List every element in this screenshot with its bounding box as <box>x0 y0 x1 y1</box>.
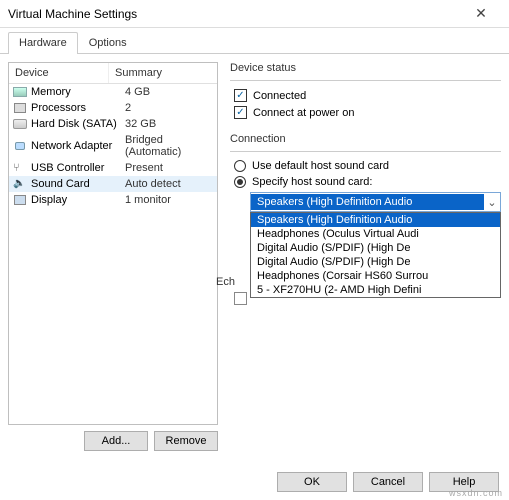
table-row[interactable]: USB ControllerPresent <box>9 160 217 176</box>
table-row[interactable]: Memory4 GB <box>9 84 217 100</box>
device-status-title: Device status <box>230 62 501 74</box>
cancel-button[interactable]: Cancel <box>353 472 423 492</box>
connection-title: Connection <box>230 133 501 145</box>
dropdown-option[interactable]: Digital Audio (S/PDIF) (High De <box>251 255 500 269</box>
specify-radio[interactable] <box>234 176 246 188</box>
specify-label: Specify host sound card: <box>252 176 372 188</box>
combo-selected: Speakers (High Definition Audio <box>251 194 484 210</box>
dropdown-option[interactable]: Headphones (Oculus Virtual Audi <box>251 227 500 241</box>
usb-icon <box>13 162 27 174</box>
echo-label-partial: Ech <box>216 276 235 288</box>
dropdown-option[interactable]: 5 - XF270HU (2- AMD High Defini <box>251 283 500 297</box>
sound-card-dropdown: Speakers (High Definition Audio Headphon… <box>250 212 501 298</box>
connected-label: Connected <box>253 90 306 102</box>
chevron-down-icon: ⌄ <box>484 196 500 209</box>
connect-at-poweron-label: Connect at power on <box>253 107 355 119</box>
use-default-label: Use default host sound card <box>252 160 389 172</box>
dropdown-option[interactable]: Digital Audio (S/PDIF) (High De <box>251 241 500 255</box>
table-row[interactable]: Network AdapterBridged (Automatic) <box>9 132 217 160</box>
close-icon[interactable]: ✕ <box>461 5 501 22</box>
sound-icon <box>13 178 27 190</box>
col-summary[interactable]: Summary <box>109 63 217 83</box>
add-button[interactable]: Add... <box>84 431 148 451</box>
table-row[interactable]: Sound CardAuto detect <box>9 176 217 192</box>
table-row[interactable]: Display1 monitor <box>9 192 217 208</box>
connect-at-poweron-checkbox[interactable] <box>234 106 247 119</box>
col-device[interactable]: Device <box>9 63 109 83</box>
ok-button[interactable]: OK <box>277 472 347 492</box>
table-row[interactable]: Hard Disk (SATA)32 GB <box>9 116 217 132</box>
connected-checkbox[interactable] <box>234 89 247 102</box>
cpu-icon <box>13 102 27 114</box>
dropdown-option[interactable]: Speakers (High Definition Audio <box>251 213 500 227</box>
sound-card-combo[interactable]: Speakers (High Definition Audio ⌄ <box>250 192 501 212</box>
title-bar: Virtual Machine Settings ✕ <box>0 0 509 28</box>
table-row[interactable]: Processors2 <box>9 100 217 116</box>
network-icon <box>13 140 27 152</box>
echo-checkbox[interactable] <box>234 292 247 305</box>
disk-icon <box>13 118 27 130</box>
display-icon <box>13 194 27 206</box>
device-table: Device Summary Memory4 GB Processors2 Ha… <box>8 62 218 425</box>
use-default-radio[interactable] <box>234 160 246 172</box>
watermark: wsxdn.com <box>449 488 503 498</box>
window-title: Virtual Machine Settings <box>8 7 461 21</box>
tab-strip: Hardware Options <box>0 28 509 54</box>
tab-hardware[interactable]: Hardware <box>8 32 78 54</box>
dropdown-option[interactable]: Headphones (Corsair HS60 Surrou <box>251 269 500 283</box>
remove-button[interactable]: Remove <box>154 431 218 451</box>
memory-icon <box>13 86 27 98</box>
tab-options[interactable]: Options <box>78 32 138 54</box>
